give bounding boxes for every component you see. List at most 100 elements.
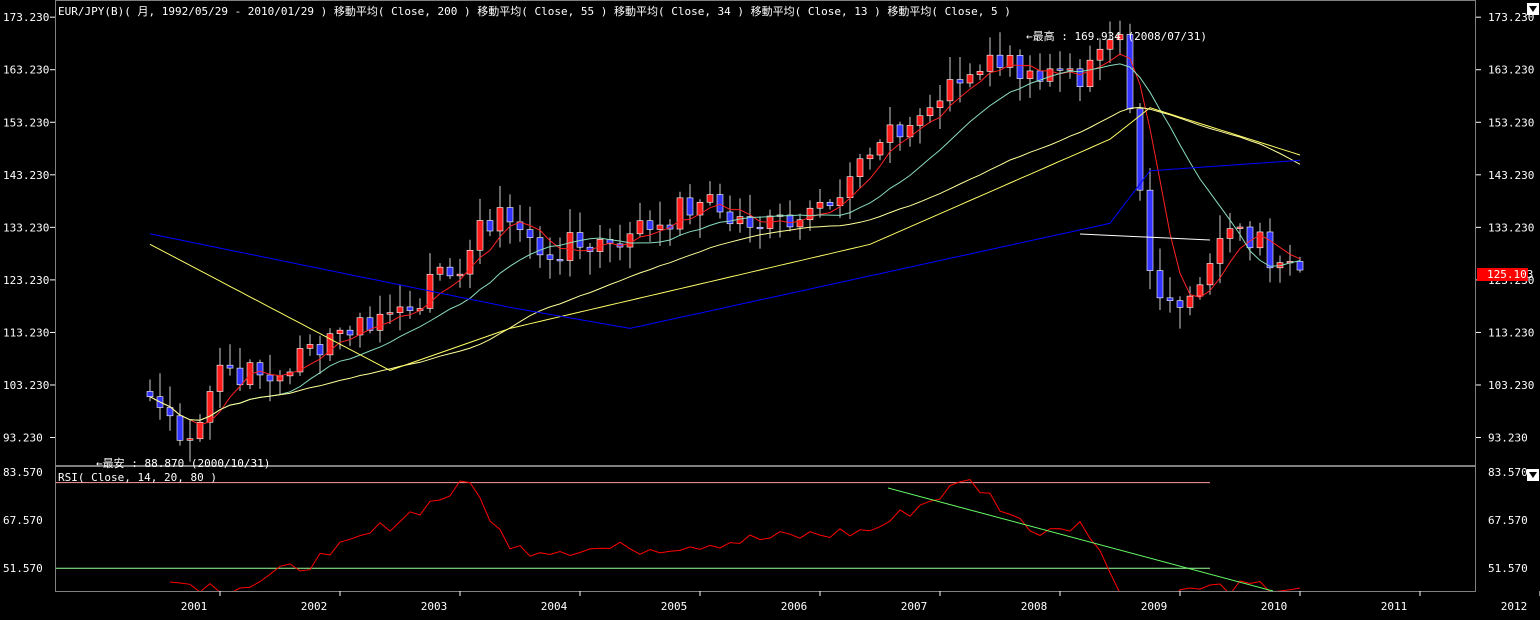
candle-body — [1016, 55, 1024, 79]
candle-body — [146, 391, 154, 397]
candle-body — [436, 266, 444, 275]
candle-body — [1126, 34, 1134, 110]
candle-body — [546, 254, 554, 260]
y-tick-right: 153.230 — [1488, 116, 1534, 129]
candle-body — [446, 266, 454, 277]
candle-body — [386, 312, 394, 315]
ma200-line — [149, 159, 1301, 329]
rsi-y-tick-right: 83.570 — [1488, 466, 1528, 479]
candle-body — [396, 306, 404, 313]
price-plot — [146, 20, 1304, 462]
candle-body — [726, 211, 734, 225]
candle-body — [1086, 59, 1094, 87]
rsi-y-tick-right: 51.570 — [1488, 562, 1528, 575]
y-tick-left: 173.230 — [3, 11, 49, 24]
y-tick-right: 133.230 — [1488, 221, 1534, 234]
candle-body — [486, 220, 494, 232]
x-tick-label: 2006 — [781, 600, 808, 613]
x-tick-label: 2008 — [1021, 600, 1048, 613]
y-tick-left: 153.230 — [3, 116, 49, 129]
candle-body — [336, 329, 344, 334]
rsi-line — [169, 479, 1301, 591]
candle-body — [966, 74, 974, 84]
candle-body — [1166, 297, 1174, 301]
axes: 173.230 173.230 163.230 163.230 153.230 153.2… — [3, 11, 1540, 613]
ma34-line — [149, 106, 1301, 421]
candle-body — [376, 313, 384, 331]
candle-body — [186, 438, 194, 441]
candle-body — [876, 142, 884, 156]
candle-body — [1096, 48, 1104, 61]
y-tick-left: 123.230 — [3, 274, 49, 287]
candle-body — [656, 224, 664, 230]
ma13-line — [149, 63, 1301, 421]
rsi-y-tick-left: 67.570 — [3, 514, 43, 527]
y-tick-left: 113.230 — [3, 326, 49, 339]
y-tick-right: 103.230 — [1488, 379, 1534, 392]
y-tick-left: 93.230 — [3, 432, 43, 445]
candle-body — [1216, 238, 1224, 264]
candle-body — [826, 201, 834, 207]
candle-body — [496, 207, 504, 232]
low-annotation: ←最安 : 88.870 (2000/10/31) — [96, 456, 270, 470]
candle-body — [256, 362, 264, 376]
candle-body — [1186, 295, 1194, 308]
y-tick-right: 113.230 — [1488, 326, 1534, 339]
candle-body — [1066, 68, 1074, 71]
candle-body — [996, 54, 1004, 68]
x-tick-label: 2009 — [1141, 600, 1168, 613]
candle-body — [756, 226, 764, 230]
candle-body — [176, 415, 184, 441]
rsi-y-tick-right: 67.570 — [1488, 514, 1528, 527]
candle-body — [1226, 228, 1234, 239]
y-tick-left: 163.230 — [3, 64, 49, 77]
candle-body — [676, 197, 684, 230]
candle-body — [226, 364, 234, 369]
candle-body — [506, 207, 514, 223]
candle-body — [686, 197, 694, 216]
x-tick-label: 2011 — [1381, 600, 1408, 613]
candle-body — [646, 220, 654, 230]
candle-body — [786, 214, 794, 228]
candle-body — [936, 100, 944, 109]
candle-body — [216, 364, 224, 392]
candle-body — [276, 375, 284, 382]
ma55-line — [149, 107, 1301, 371]
candle-body — [536, 237, 544, 256]
candle-body — [946, 79, 954, 102]
candle-body — [1156, 270, 1164, 299]
candle-body — [406, 306, 414, 311]
candle-body — [896, 124, 904, 138]
candle-body — [856, 158, 864, 177]
x-tick-label: 2005 — [661, 600, 688, 613]
rsi-scroll-arrow[interactable] — [1527, 469, 1539, 481]
candle-body — [356, 317, 364, 336]
candle-body — [816, 201, 824, 209]
candle-body — [1146, 189, 1154, 271]
y-tick-left: 143.230 — [3, 169, 49, 182]
x-tick-label: 2007 — [901, 600, 928, 613]
candle-body — [986, 54, 994, 72]
candle-body — [1296, 261, 1304, 271]
candle-body — [1056, 68, 1064, 71]
rsi-chart-title: RSI( Close, 14, 20, 80 ) — [58, 471, 217, 484]
current-price-marker: 125.103 — [1477, 268, 1533, 281]
x-tick-label: 2001 — [181, 600, 208, 613]
candle-body — [716, 194, 724, 213]
y-tick-right: 173.230 — [1488, 11, 1534, 24]
candle-body — [636, 220, 644, 235]
candle-body — [866, 154, 874, 160]
candle-body — [916, 115, 924, 126]
rsi-trendline — [887, 487, 1274, 592]
candle-body — [206, 391, 214, 423]
rsi-y-tick-left: 83.570 — [3, 466, 43, 479]
ma5-line — [149, 53, 1301, 426]
candle-body — [236, 367, 244, 386]
x-tick-label: 2010 — [1261, 600, 1288, 613]
candle-body — [476, 220, 484, 251]
y-tick-left: 103.230 — [3, 379, 49, 392]
y-tick-left: 133.230 — [3, 221, 49, 234]
chart-area: 173.230 173.230 163.230 163.230 153.230 153.2… — [3, 0, 1540, 613]
candle-body — [626, 233, 634, 248]
candle-body — [1176, 300, 1184, 308]
